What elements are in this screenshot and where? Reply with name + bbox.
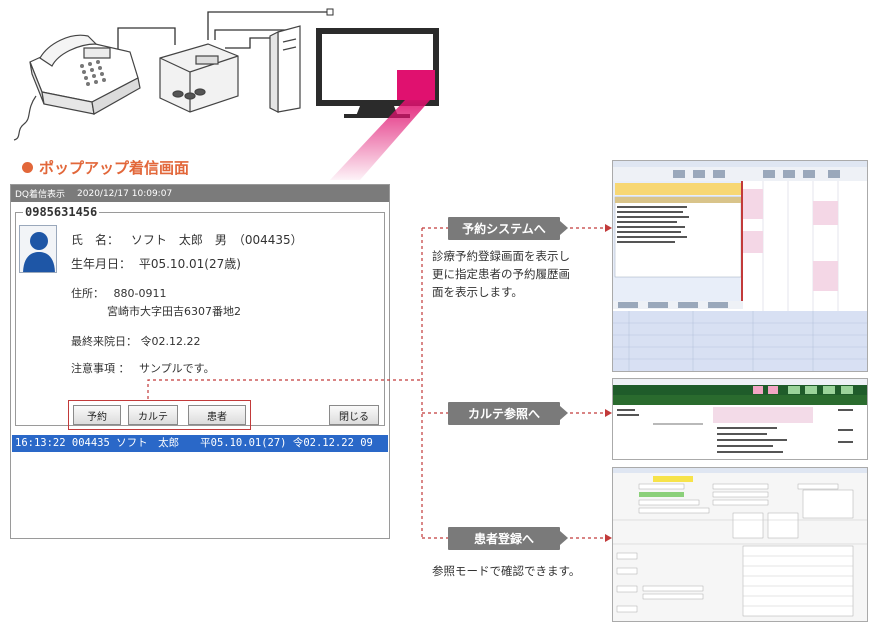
popup-datetime: 2020/12/17 10:09:07 <box>77 188 173 199</box>
callout-reservation: 予約システムへ <box>448 217 568 240</box>
postal-code: 880-0911 <box>113 287 167 300</box>
name-label: 氏 名： <box>71 233 120 247</box>
section-title-text: ポップアップ着信画面 <box>39 159 190 177</box>
phone-number: 0985631456 <box>23 205 100 219</box>
section-title: ポップアップ着信画面 <box>22 157 189 178</box>
patient-button[interactable]: 患者 <box>188 405 246 425</box>
address-label: 住所： <box>71 287 104 300</box>
popup-window: DQ着信表示 2020/12/17 10:09:07 0985631456 氏 … <box>10 184 390 539</box>
bullet-dot <box>22 162 33 173</box>
birth-row: 生年月日： 平05.10.01(27歳) <box>71 255 241 272</box>
name-row: 氏 名： ソフト 太郎 男 （004435） <box>71 231 303 248</box>
patient-registration-thumbnail <box>612 467 868 622</box>
cti-adapter-icon <box>159 43 239 113</box>
notes-label: 注意事項 ： <box>71 362 130 375</box>
hardware-illustration <box>13 8 439 180</box>
notes-row: 注意事項 ： サンプルです。 <box>71 360 215 376</box>
last-visit-label: 最終来院日： <box>71 335 137 348</box>
chart-button[interactable]: カルテ <box>128 405 178 425</box>
callout-chart: カルテ参照へ <box>448 402 568 425</box>
birth-value: 平05.10.01(27歳) <box>138 257 241 271</box>
chart-reference-thumbnail <box>612 378 868 460</box>
last-visit-value: 令02.12.22 <box>140 335 201 348</box>
computer-tower-icon <box>269 25 301 113</box>
close-button[interactable]: 閉じる <box>329 405 379 425</box>
reservation-button[interactable]: 予約 <box>73 405 121 425</box>
patient-description: 参照モードで確認できます。 <box>432 564 581 578</box>
reservation-description: 診療予約登録画面を表示し 更に指定患者の予約履歴画 面を表示します。 <box>432 247 570 301</box>
popup-title: DQ着信表示 <box>15 190 66 200</box>
address-row: 住所： 880-0911 <box>71 285 166 301</box>
reservation-desc-line-2: 更に指定患者の予約履歴画 <box>432 267 570 281</box>
birth-label: 生年月日： <box>71 257 132 271</box>
avatar <box>19 225 57 273</box>
telephone-icon <box>13 34 141 141</box>
name-value: ソフト 太郎 男 （004435） <box>130 233 303 247</box>
popup-titlebar: DQ着信表示 2020/12/17 10:09:07 <box>11 185 389 202</box>
reservation-desc-line-1: 診療予約登録画面を表示し <box>432 249 570 263</box>
address-value: 宮崎市大字田吉6307番地2 <box>107 305 241 318</box>
call-history-row[interactable]: 16:13:22 004435 ソフト 太郎 平05.10.01(27) 令02… <box>12 435 388 452</box>
callout-patient: 患者登録へ <box>448 527 568 550</box>
last-visit-row: 最終来院日： 令02.12.22 <box>71 333 200 349</box>
notes-value: サンプルです。 <box>139 362 215 375</box>
person-icon <box>23 232 55 272</box>
reservation-desc-line-3: 面を表示します。 <box>432 285 523 299</box>
reservation-system-thumbnail <box>612 160 868 372</box>
